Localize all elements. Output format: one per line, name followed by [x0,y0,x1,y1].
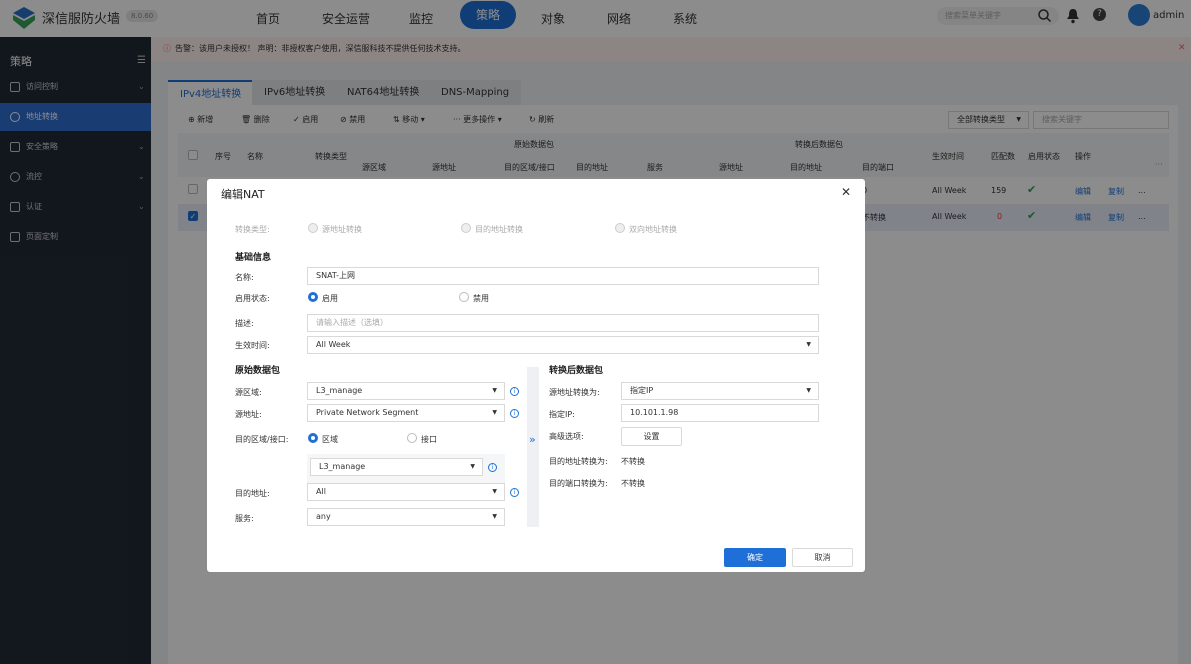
type-snat-label: 源地址转换 [322,225,362,234]
port-trans-label: 目的端口转换为: [549,479,608,488]
cancel-button[interactable]: 取消 [792,548,853,567]
section-translated: 转换后数据包 [549,366,604,376]
service-select[interactable]: any [307,508,505,526]
dst-zone-radio[interactable] [308,433,318,443]
double-chevron-right-icon: » [529,433,536,446]
time-label: 生效时间: [235,341,270,350]
dst-interface-radio[interactable] [407,433,417,443]
src-zone-label: 源区域: [235,388,262,397]
dst-addr-select[interactable]: All [307,483,505,501]
edit-nat-dialog: 编辑NAT ✕ 转换类型: 源地址转换 目的地址转换 双向地址转换 基础信息 名… [207,179,865,572]
name-input[interactable]: SNAT-上网 [307,267,819,285]
status-disable-label: 禁用 [473,294,489,303]
status-label: 启用状态: [235,294,270,303]
dst-interface-option-label: 接口 [421,435,437,444]
desc-input[interactable]: 请输入描述（选填） [307,314,819,332]
divider-bar [527,367,539,527]
adv-label: 高级选项: [549,432,584,441]
dst-trans-label: 目的地址转换为: [549,457,608,466]
status-enable-label: 启用 [322,294,338,303]
desc-label: 描述: [235,319,254,328]
status-enable-radio[interactable] [308,292,318,302]
section-basic: 基础信息 [235,253,272,263]
type-bnat-label: 双向地址转换 [629,225,677,234]
src-addr-label: 源地址: [235,410,262,419]
service-label: 服务: [235,514,254,523]
info-icon[interactable]: i [510,409,519,418]
info-icon[interactable]: i [488,463,497,472]
dst-zone-select[interactable]: L3_manage [310,458,483,476]
close-icon[interactable]: ✕ [841,185,851,199]
dst-zone-option-label: 区域 [322,435,338,444]
advanced-settings-button[interactable]: 设置 [621,427,682,446]
ip-input[interactable]: 10.101.1.98 [621,404,819,422]
type-radio-dnat[interactable] [461,223,471,233]
section-original: 原始数据包 [235,366,281,376]
ip-label: 指定IP: [549,410,575,419]
port-trans-value: 不转换 [621,479,645,488]
name-label: 名称: [235,273,254,282]
type-radio-bnat[interactable] [615,223,625,233]
type-radio-snat[interactable] [308,223,318,233]
ok-button[interactable]: 确定 [724,548,786,567]
src-zone-select[interactable]: L3_manage [307,382,505,400]
info-icon[interactable]: i [510,488,519,497]
dst-zone-label: 目的区域/接口: [235,435,289,444]
src-trans-label: 源地址转换为: [549,388,600,397]
src-addr-select[interactable]: Private Network Segment [307,404,505,422]
dst-addr-label: 目的地址: [235,489,270,498]
time-select[interactable]: All Week [307,336,819,354]
type-label: 转换类型: [235,225,270,234]
dialog-title: 编辑NAT [221,188,265,201]
type-dnat-label: 目的地址转换 [475,225,523,234]
status-disable-radio[interactable] [459,292,469,302]
dst-trans-value: 不转换 [621,457,645,466]
info-icon[interactable]: i [510,387,519,396]
src-trans-select[interactable]: 指定IP [621,382,819,400]
